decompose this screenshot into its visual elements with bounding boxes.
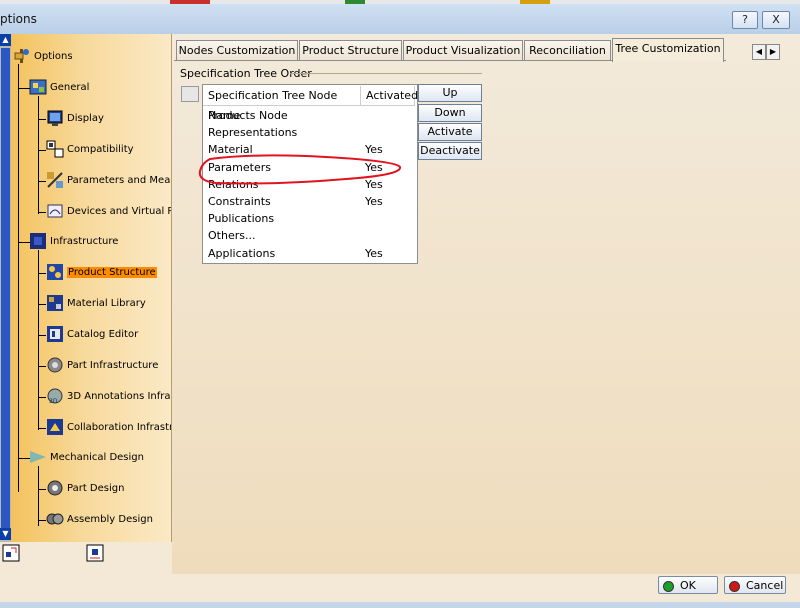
tree-item-label: Options <box>34 51 73 62</box>
tree-item-label: 3D Annotations Infra <box>67 391 171 402</box>
table-row[interactable]: Publications <box>203 210 415 227</box>
part-design-icon <box>46 479 64 497</box>
scroll-thumb[interactable] <box>1 48 10 528</box>
assembly-design-icon <box>46 510 64 528</box>
tree-expand-icon[interactable] <box>2 544 20 562</box>
row-name: Publications <box>208 212 275 225</box>
tree-item-infrastructure[interactable]: Infrastructure <box>13 231 118 253</box>
options-icon <box>13 47 31 65</box>
row-name: Applications <box>208 247 276 260</box>
title-bar: ptions ? X <box>0 4 800 35</box>
activate-button[interactable]: Activate <box>418 123 482 141</box>
window-bottom-border <box>0 602 800 608</box>
display-icon <box>46 109 64 127</box>
tab-product-visualization[interactable]: Product Visualization <box>403 40 523 61</box>
svg-text:3D: 3D <box>49 398 58 405</box>
tree-item-label: Catalog Editor <box>67 329 139 340</box>
row-name: Representations <box>208 126 298 139</box>
table-row[interactable]: Products Node <box>203 107 415 124</box>
mechanical-design-icon <box>29 448 47 466</box>
scroll-down-arrow-icon[interactable]: ▼ <box>0 528 11 540</box>
ok-button[interactable]: OK <box>658 576 718 594</box>
tree-item-label: Infrastructure <box>50 236 119 247</box>
table-row[interactable]: Others... <box>203 227 415 244</box>
tab-tree-customization[interactable]: Tree Customization <box>612 38 724 62</box>
row-name: Constraints <box>208 195 271 208</box>
devices-icon <box>46 202 64 220</box>
table-row[interactable]: Representations <box>203 124 415 141</box>
row-activated: Yes <box>365 247 383 260</box>
tree-item-label: Parameters and Meas <box>67 175 172 186</box>
tree-item-general[interactable]: General <box>13 77 89 99</box>
close-button[interactable]: X <box>762 11 790 29</box>
tab-nodes-customization[interactable]: Nodes Customization <box>176 40 298 61</box>
tree-item-3d-annotations[interactable]: 3D 3D Annotations Infra <box>38 386 171 408</box>
tree-item-part-infrastructure[interactable]: Part Infrastructure <box>38 355 158 377</box>
tree-item-label: Part Infrastructure <box>67 360 159 371</box>
tree-item-label: Product Structure <box>67 267 157 278</box>
help-button[interactable]: ? <box>732 11 758 29</box>
tree-item-compatibility[interactable]: Compatibility <box>38 139 134 161</box>
compatibility-icon <box>46 140 64 158</box>
options-tree: Options General Display Compatibility Pa… <box>11 34 172 542</box>
row-name: Others... <box>208 229 256 242</box>
material-library-icon <box>46 294 64 312</box>
tree-item-devices[interactable]: Devices and Virtual Re <box>38 201 172 223</box>
tab-scroll-right-icon[interactable]: ▶ <box>766 44 780 60</box>
down-button[interactable]: Down <box>418 104 482 122</box>
column-header-activated[interactable]: Activated <box>361 86 418 106</box>
row-name: Products Node <box>208 109 288 122</box>
tree-item-mechanical-design[interactable]: Mechanical Design <box>13 447 144 469</box>
catalog-editor-icon <box>46 325 64 343</box>
tree-item-label: Mechanical Design <box>50 452 144 463</box>
collaboration-icon <box>46 418 64 436</box>
general-icon <box>29 78 47 96</box>
tab-reconciliation[interactable]: Reconciliation <box>524 40 611 61</box>
tree-line <box>18 64 19 492</box>
window-title: ptions <box>0 12 37 26</box>
tab-product-structure[interactable]: Product Structure <box>299 40 402 61</box>
table-row[interactable]: Applications Yes <box>203 245 415 262</box>
tab-scroll-left-icon[interactable]: ◀ <box>752 44 766 60</box>
list-options-icon[interactable] <box>181 86 199 102</box>
tree-item-product-structure[interactable]: Product Structure <box>38 262 157 284</box>
tree-item-assembly-design[interactable]: Assembly Design <box>38 509 153 531</box>
tree-item-label: Assembly Design <box>67 514 153 525</box>
infrastructure-icon <box>29 232 47 250</box>
tree-collapse-icon[interactable] <box>86 544 104 562</box>
deactivate-button[interactable]: Deactivate <box>418 142 482 160</box>
tree-item-display[interactable]: Display <box>38 108 104 130</box>
cancel-label: Cancel <box>746 579 784 592</box>
cancel-dot-icon <box>729 580 740 592</box>
row-activated: Yes <box>365 195 383 208</box>
tree-item-label: Part Design <box>67 483 125 494</box>
ok-dot-icon <box>663 580 674 592</box>
tree-item-label: Devices and Virtual Re <box>67 206 172 217</box>
tree-item-label: Display <box>67 113 104 124</box>
tree-item-part-design[interactable]: Part Design <box>38 478 124 500</box>
tree-item-parameters[interactable]: Parameters and Meas <box>38 170 172 192</box>
tree-item-label: Compatibility <box>67 144 134 155</box>
group-divider <box>290 73 482 74</box>
tree-item-options[interactable]: Options <box>13 46 73 68</box>
tree-item-collaboration[interactable]: Collaboration Infrastr <box>38 417 172 439</box>
table-row[interactable]: Constraints Yes <box>203 193 415 210</box>
red-annotation-ellipse <box>198 154 401 185</box>
parameters-icon <box>46 171 64 189</box>
part-infrastructure-icon <box>46 356 64 374</box>
tree-item-label: Collaboration Infrastr <box>67 422 172 433</box>
column-header-name[interactable]: Specification Tree Node Name <box>203 86 361 122</box>
cancel-button[interactable]: Cancel <box>724 576 786 594</box>
ok-label: OK <box>680 579 696 592</box>
3d-annotations-icon: 3D <box>46 387 64 405</box>
scroll-up-arrow-icon[interactable]: ▲ <box>0 34 11 46</box>
product-structure-icon <box>46 263 64 281</box>
tree-item-catalog-editor[interactable]: Catalog Editor <box>38 324 138 346</box>
tree-item-material-library[interactable]: Material Library <box>38 293 146 315</box>
tree-item-label: Material Library <box>67 298 146 309</box>
up-button[interactable]: Up <box>418 84 482 102</box>
tree-item-label: General <box>50 82 90 93</box>
